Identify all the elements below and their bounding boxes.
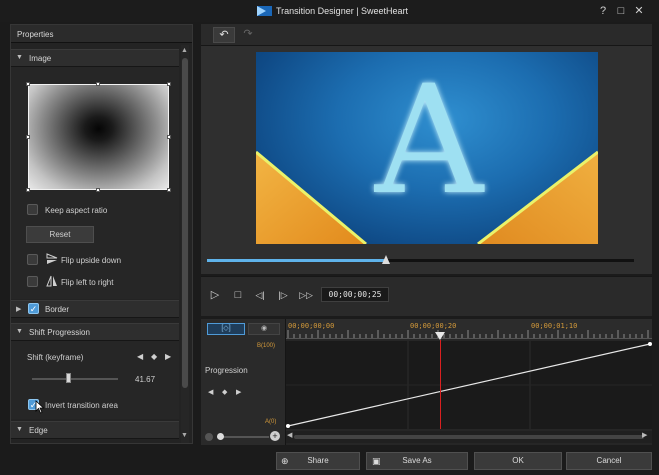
scrollbar-thumb[interactable] [182, 58, 188, 388]
next-frame-button[interactable]: |▷ [275, 288, 291, 302]
y-axis-max-label: B(100) [257, 343, 276, 349]
preview-progress-thumb[interactable] [382, 255, 391, 264]
play-button[interactable]: ▷ [208, 288, 222, 302]
ruler-label-start: 00;00;00;00 [288, 322, 335, 330]
properties-title: Properties [17, 30, 54, 39]
mask-image-preview[interactable] [28, 84, 169, 190]
timeline-track-header [201, 319, 286, 445]
expand-triangle-icon[interactable]: ▶ [16, 305, 21, 313]
zoom-slider-track[interactable] [217, 436, 269, 438]
zoom-in-icon[interactable]: + [270, 431, 280, 441]
scroll-up-icon[interactable]: ▲ [181, 47, 188, 54]
playhead-line[interactable] [439, 340, 441, 429]
fast-forward-button[interactable]: ▷▷ [297, 288, 315, 302]
flip-left-to-right-checkbox[interactable] [27, 276, 38, 287]
reset-button[interactable]: Reset [26, 226, 94, 243]
image-section-label: Image [29, 54, 52, 63]
keyframe-end[interactable] [648, 342, 652, 346]
shift-keyframe-label: Shift (keyframe) [27, 353, 84, 362]
add-keyframe-icon[interactable]: ◆ [222, 388, 227, 396]
timeline-scrollbar[interactable] [286, 431, 652, 443]
prev-keyframe-icon[interactable]: ◀ [208, 388, 213, 396]
save-disk-icon: ▣ [372, 456, 381, 466]
stop-button[interactable]: □ [231, 288, 245, 302]
save-as-label: Save As [402, 456, 432, 465]
resize-handle[interactable] [167, 188, 171, 192]
keyframe-start[interactable] [286, 424, 290, 428]
y-axis-min-label: A(0) [265, 419, 277, 425]
shift-value: 41.67 [135, 375, 156, 384]
mouse-cursor-icon [35, 400, 45, 414]
share-label: Share [307, 456, 329, 465]
next-keyframe-icon[interactable]: ▶ [236, 388, 241, 396]
timeline-scroll-thumb[interactable] [294, 435, 644, 439]
timeline-ruler[interactable] [286, 319, 652, 339]
resize-handle[interactable] [26, 188, 30, 192]
resize-handle[interactable] [26, 135, 30, 139]
undo-button[interactable]: ↶ [213, 27, 235, 43]
add-keyframe-icon[interactable]: ◆ [151, 352, 157, 361]
close-button[interactable]: ✕ [632, 4, 646, 18]
progression-curve-svg [286, 341, 652, 429]
border-section-label: Border [45, 305, 70, 314]
resize-handle[interactable] [96, 82, 100, 86]
save-as-button[interactable]: ▣ Save As [366, 452, 468, 470]
progression-graph[interactable] [286, 341, 652, 429]
prev-keyframe-icon[interactable]: ◀ [137, 352, 143, 361]
shift-progression-label: Shift Progression [29, 328, 90, 337]
window-title: Transition Designer | SweetHeart [276, 6, 409, 16]
keyframe-mode-button[interactable]: [◇] [207, 323, 245, 335]
redo-button[interactable]: ↷ [238, 27, 258, 43]
maximize-button[interactable]: □ [614, 4, 628, 18]
keyframe-view-button[interactable]: ◉ [248, 323, 280, 335]
keep-aspect-ratio-label: Keep aspect ratio [45, 206, 108, 215]
flip-upside-down-label: Flip upside down [61, 256, 122, 265]
share-button[interactable]: ⊕ Share [276, 452, 360, 470]
shift-slider-track[interactable] [32, 378, 118, 380]
cancel-button[interactable]: Cancel [566, 452, 652, 470]
collapse-triangle-icon[interactable]: ▼ [16, 328, 23, 335]
help-button[interactable]: ? [596, 4, 610, 18]
invert-transition-area-label: Invert transition area [45, 401, 118, 410]
zoom-slider-thumb[interactable] [217, 433, 224, 440]
preview-letter: A [374, 54, 484, 228]
scroll-right-icon[interactable]: ▶ [642, 431, 647, 439]
border-checkbox[interactable]: ✓ [28, 303, 39, 314]
flip-left-to-right-label: Flip left to right [61, 278, 114, 287]
shift-slider-thumb[interactable] [66, 373, 72, 383]
ok-button[interactable]: OK [474, 452, 562, 470]
edge-section-label: Edge [29, 426, 48, 435]
playback-controls [201, 276, 652, 316]
collapse-triangle-icon[interactable]: ▼ [16, 54, 23, 61]
resize-handle[interactable] [167, 82, 171, 86]
checkmark-icon: ✓ [29, 304, 38, 314]
preview-canvas: A [256, 52, 598, 244]
zoom-out-icon[interactable] [205, 433, 213, 441]
playhead-marker-icon[interactable] [434, 332, 445, 340]
scroll-down-icon[interactable]: ▼ [181, 432, 188, 439]
flip-vertical-icon [46, 253, 58, 264]
editor-toolbar [201, 24, 652, 46]
ruler-label-end: 00;00;01;10 [531, 322, 578, 330]
timecode-display[interactable]: 00;00;00;25 [321, 287, 389, 302]
collapse-triangle-icon[interactable]: ▼ [16, 426, 23, 433]
ruler-ticks [287, 330, 649, 338]
share-globe-icon: ⊕ [281, 456, 289, 466]
keep-aspect-ratio-checkbox[interactable] [27, 204, 38, 215]
flip-horizontal-icon [46, 275, 57, 287]
ruler-label-mid: 00;00;00;20 [410, 322, 457, 330]
resize-handle[interactable] [96, 188, 100, 192]
flip-upside-down-checkbox[interactable] [27, 254, 38, 265]
progression-track-label: Progression [205, 366, 248, 375]
resize-handle[interactable] [167, 135, 171, 139]
app-logo-icon [257, 6, 272, 16]
next-keyframe-icon[interactable]: ▶ [165, 352, 171, 361]
previous-frame-button[interactable]: ◁| [252, 288, 268, 302]
timeline-zoom: + [203, 431, 285, 443]
scroll-left-icon[interactable]: ◀ [287, 431, 292, 439]
resize-handle[interactable] [26, 82, 30, 86]
preview-progress-fill [207, 259, 387, 262]
